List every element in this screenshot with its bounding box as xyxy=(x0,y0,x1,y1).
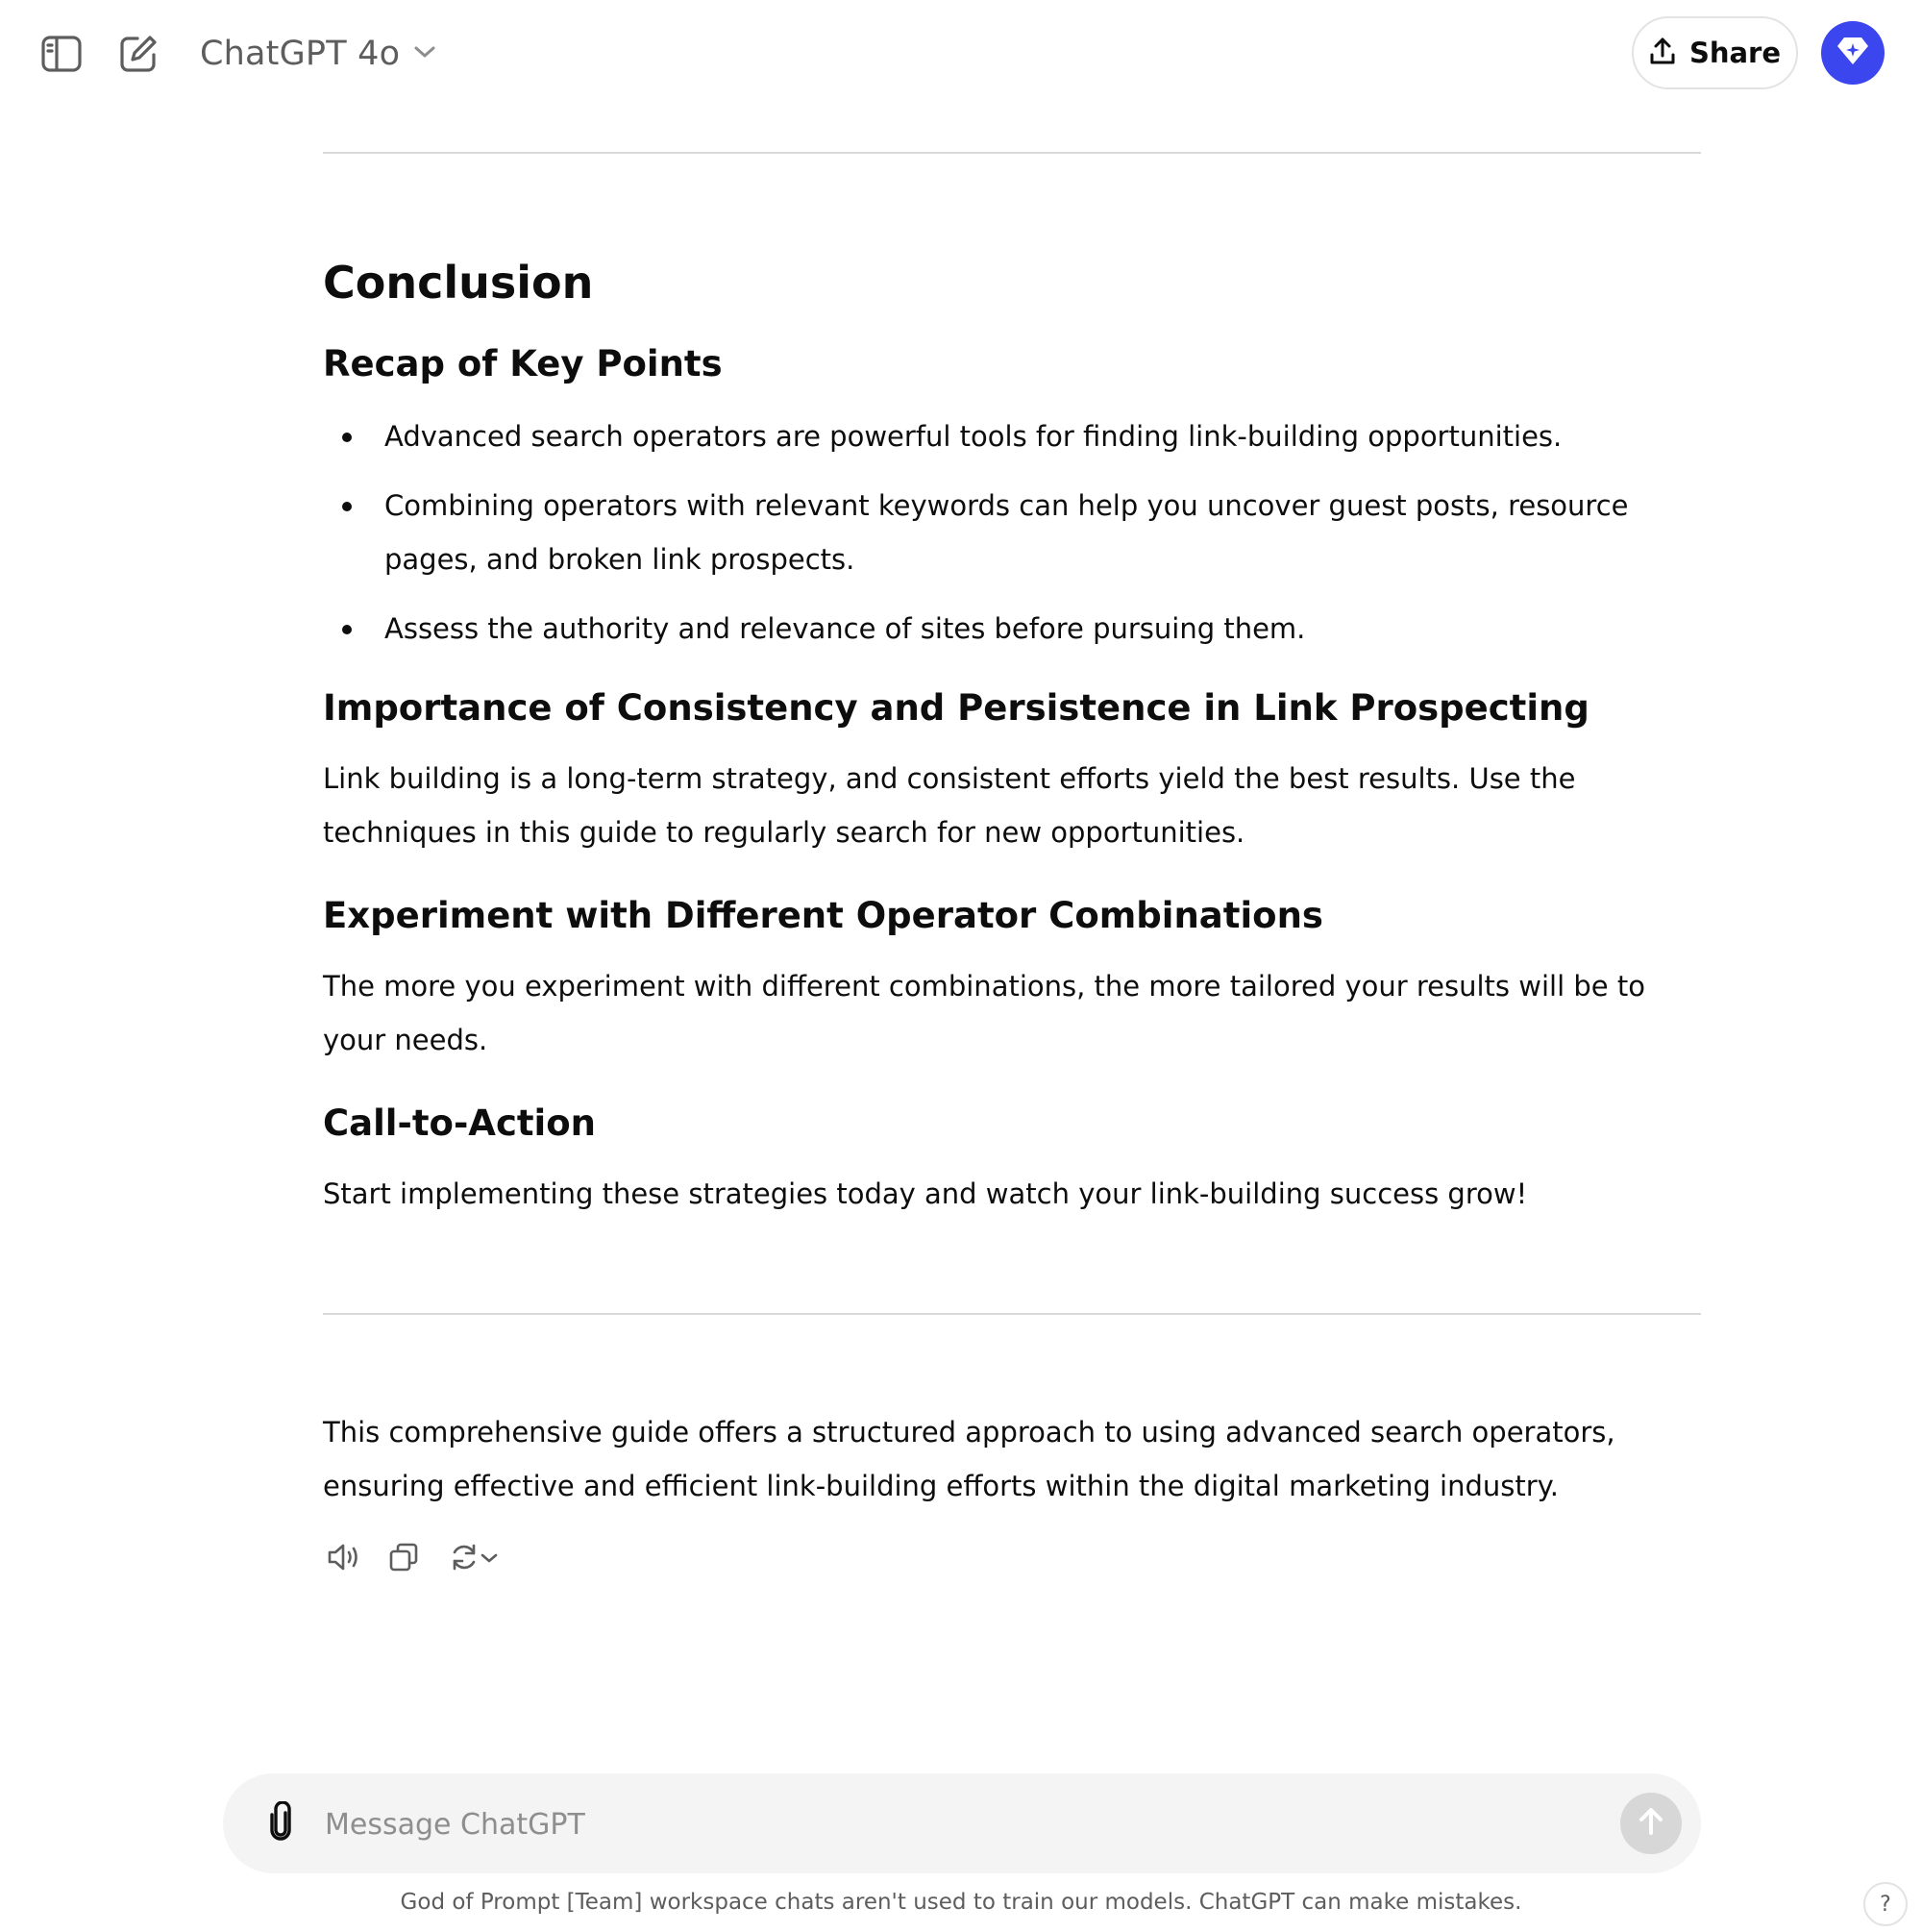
send-button[interactable] xyxy=(1620,1793,1682,1854)
diamond-sparkle-icon xyxy=(1836,35,1870,71)
disclaimer-text: God of Prompt [Team] workspace chats are… xyxy=(400,1890,1522,1915)
avatar[interactable] xyxy=(1821,21,1885,85)
list-item: Advanced search operators are powerful t… xyxy=(323,409,1701,463)
section-heading: Experiment with Different Operator Combi… xyxy=(323,895,1323,936)
divider xyxy=(323,152,1701,154)
share-button[interactable]: Share xyxy=(1632,16,1798,89)
model-label: ChatGPT 4o xyxy=(200,35,401,73)
section-call-to-action: Call-to-Action Start implementing these … xyxy=(323,1100,1701,1221)
list-item-text: Combining operators with relevant keywor… xyxy=(384,489,1629,576)
list-item-text: Advanced search operators are powerful t… xyxy=(384,420,1563,453)
list-item-text: Assess the authority and relevance of si… xyxy=(384,612,1306,645)
bullet-dot xyxy=(342,502,352,511)
sidebar-icon xyxy=(40,35,83,73)
new-chat-button[interactable] xyxy=(108,23,169,85)
chat-app: ChatGPT 4o Share Conclusion Recap of Key… xyxy=(0,0,1922,1932)
model-selector[interactable]: ChatGPT 4o xyxy=(188,23,448,85)
regenerate-button[interactable] xyxy=(442,1538,505,1580)
help-button[interactable]: ? xyxy=(1863,1882,1908,1926)
message-actions xyxy=(323,1538,1701,1580)
speaker-icon xyxy=(327,1542,361,1576)
assistant-message: Conclusion Recap of Key Points Advanced … xyxy=(323,152,1701,1580)
list-item: Combining operators with relevant keywor… xyxy=(323,479,1701,586)
paperclip-icon xyxy=(266,1800,295,1845)
chevron-down-icon xyxy=(480,1550,499,1569)
sidebar-toggle-button[interactable] xyxy=(31,23,92,85)
section-heading: Importance of Consistency and Persistenc… xyxy=(323,687,1589,729)
upload-icon xyxy=(1649,37,1676,69)
section-body: The more you experiment with different c… xyxy=(323,970,1645,1056)
attach-button[interactable] xyxy=(252,1795,309,1852)
section-body: Link building is a long-term strategy, a… xyxy=(323,762,1576,849)
conclusion-heading: Conclusion xyxy=(323,257,594,309)
copy-icon xyxy=(388,1542,419,1576)
read-aloud-button[interactable] xyxy=(323,1538,365,1580)
recap-heading: Recap of Key Points xyxy=(323,343,723,384)
section-consistency: Importance of Consistency and Persistenc… xyxy=(323,684,1701,859)
section-experiment: Experiment with Different Operator Combi… xyxy=(323,892,1701,1067)
key-points-list: Advanced search operators are powerful t… xyxy=(323,409,1701,656)
copy-button[interactable] xyxy=(382,1538,425,1580)
share-label: Share xyxy=(1688,37,1782,69)
arrow-up-icon xyxy=(1637,1806,1665,1841)
top-bar: ChatGPT 4o Share xyxy=(0,0,1922,110)
section-body: Start implementing these strategies toda… xyxy=(323,1177,1528,1210)
edit-icon xyxy=(118,34,159,74)
section-heading: Call-to-Action xyxy=(323,1102,597,1144)
closing-paragraph: This comprehensive guide offers a struct… xyxy=(323,1416,1615,1502)
divider xyxy=(323,1313,1701,1315)
bullet-dot xyxy=(342,625,352,634)
refresh-icon xyxy=(449,1542,480,1576)
message-input[interactable] xyxy=(323,1793,1557,1856)
list-item: Assess the authority and relevance of si… xyxy=(323,602,1701,656)
bullet-dot xyxy=(342,433,352,442)
chevron-down-icon xyxy=(413,44,436,63)
message-composer xyxy=(223,1773,1701,1873)
